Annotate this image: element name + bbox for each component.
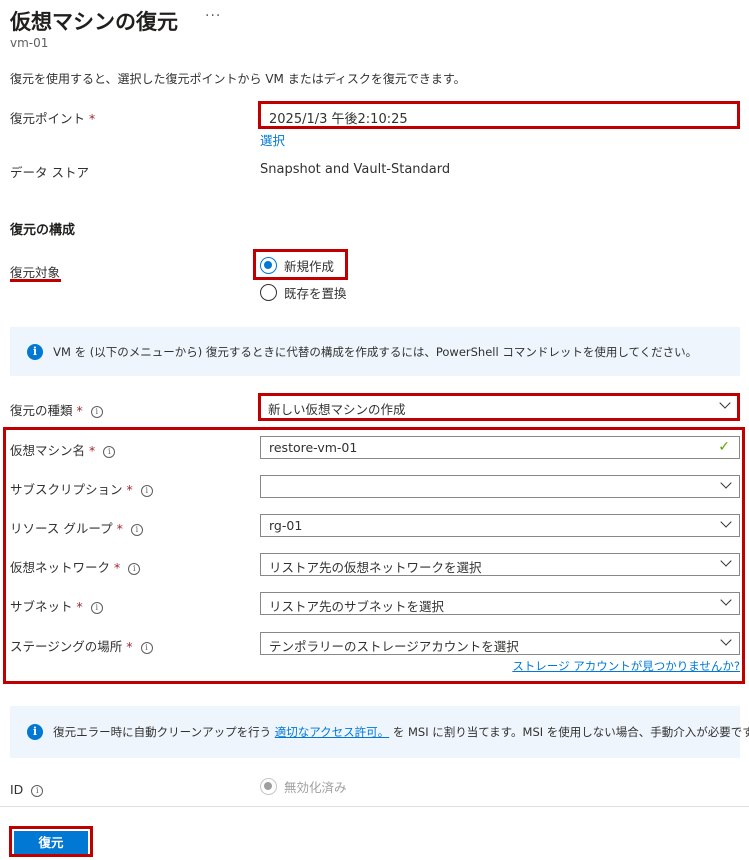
identity-radio-label: 無効化済み [284, 780, 347, 795]
resource-group-dropdown[interactable]: rg-01 [260, 514, 740, 537]
subnet-dropdown[interactable]: リストア先のサブネットを選択 [260, 592, 740, 615]
info-icon[interactable]: i [90, 602, 103, 614]
page-title: 仮想マシンの復元 [10, 10, 178, 34]
info-icon: i [27, 724, 43, 740]
info-icon[interactable]: i [130, 524, 143, 536]
checkmark-icon: ✓ [718, 439, 730, 455]
vm-name-label: 仮想マシン名 * i [10, 440, 116, 459]
storage-account-link[interactable]: ストレージ アカウントが見つかりませんか? [512, 658, 740, 674]
vnet-value: リストア先の仮想ネットワークを選択 [269, 560, 482, 575]
chevron-down-icon [720, 555, 732, 567]
radio-replace-circle[interactable] [260, 284, 277, 301]
required-mark: * [89, 443, 96, 458]
chevron-down-icon [720, 594, 732, 606]
info-banner-msi-prefix: 復元エラー時に自動クリーンアップを行う [53, 725, 275, 739]
info-banner-powershell: i VM を (以下のメニューから) 復元するときに代替の構成を作成するには、P… [10, 327, 740, 376]
resource-group-label: リソース グループ * i [10, 518, 143, 537]
vnet-dropdown[interactable]: リストア先の仮想ネットワークを選択 [260, 553, 740, 576]
required-mark: * [76, 599, 83, 614]
data-store-value: Snapshot and Vault-Standard [260, 162, 451, 177]
info-icon[interactable]: i [128, 563, 141, 575]
subscription-label: サブスクリプション * i [10, 479, 153, 498]
chevron-down-icon [720, 634, 732, 646]
info-icon: i [27, 344, 43, 360]
vm-name-value: restore-vm-01 [269, 440, 358, 455]
info-icon[interactable]: i [140, 642, 153, 654]
restore-target-underline [10, 279, 61, 282]
footer-divider [0, 806, 749, 807]
required-mark: * [116, 521, 123, 536]
chevron-down-icon [719, 397, 731, 409]
info-banner-msi-suffix: を MSI に割り当てます。MSI を使用しない場合、手動介入が必要です。 [389, 725, 749, 739]
vnet-label: 仮想ネットワーク * i [10, 557, 141, 576]
restore-type-label: 復元の種類 * i [10, 400, 103, 419]
access-permission-link[interactable]: 適切なアクセス許可。 [275, 725, 389, 739]
identity-radio: 無効化済み [260, 777, 347, 796]
resource-group-value: rg-01 [269, 518, 303, 533]
info-banner-msi: i 復元エラー時に自動クリーンアップを行う 適切なアクセス許可。 を MSI に… [10, 706, 749, 758]
required-mark: * [89, 111, 96, 126]
info-icon[interactable]: i [103, 446, 116, 458]
radio-replace[interactable]: 既存を置換 [260, 283, 347, 302]
staging-label: ステージングの場所 * i [10, 636, 153, 655]
chevron-down-icon [720, 477, 732, 489]
restore-type-dropdown[interactable]: 新しい仮想マシンの作成 [261, 396, 737, 418]
staging-value: テンポラリーのストレージアカウントを選択 [269, 639, 519, 654]
staging-dropdown[interactable]: テンポラリーのストレージアカウントを選択 [260, 632, 740, 655]
restore-point-label: 復元ポイント * [10, 111, 96, 126]
identity-radio-circle [260, 778, 277, 795]
subnet-value: リストア先のサブネットを選択 [269, 599, 445, 614]
select-restore-point-link[interactable]: 選択 [260, 130, 285, 149]
radio-new[interactable]: 新規作成 [260, 256, 334, 275]
info-banner-text: VM を (以下のメニューから) 復元するときに代替の構成を作成するには、Pow… [53, 345, 698, 359]
radio-replace-label: 既存を置換 [284, 286, 347, 301]
data-store-label: データ ストア [10, 165, 89, 180]
restore-config-heading: 復元の構成 [10, 223, 76, 238]
info-icon[interactable]: i [90, 406, 103, 418]
restore-button[interactable]: 復元 [14, 831, 88, 854]
vm-name-input[interactable]: restore-vm-01 ✓ [260, 436, 740, 459]
info-icon[interactable]: i [31, 785, 44, 797]
restore-type-value: 新しい仮想マシンの作成 [268, 402, 406, 417]
required-mark: * [126, 639, 133, 654]
subnet-label: サブネット * i [10, 596, 103, 615]
chevron-down-icon [720, 516, 732, 528]
page-subtitle: vm-01 [10, 36, 49, 50]
identity-label: ID i [10, 782, 44, 797]
radio-new-label: 新規作成 [284, 259, 335, 274]
required-mark: * [114, 560, 121, 575]
required-mark: * [76, 403, 83, 418]
info-icon[interactable]: i [140, 485, 153, 497]
radio-new-circle[interactable] [260, 257, 277, 274]
restore-point-value: 2025/1/3 午後2:10:25 [269, 112, 408, 127]
subscription-dropdown[interactable] [260, 475, 740, 498]
page-description: 復元を使用すると、選択した復元ポイントから VM またはディスクを復元できます。 [10, 72, 466, 86]
more-options-button[interactable]: ··· [205, 8, 221, 24]
required-mark: * [126, 482, 133, 497]
